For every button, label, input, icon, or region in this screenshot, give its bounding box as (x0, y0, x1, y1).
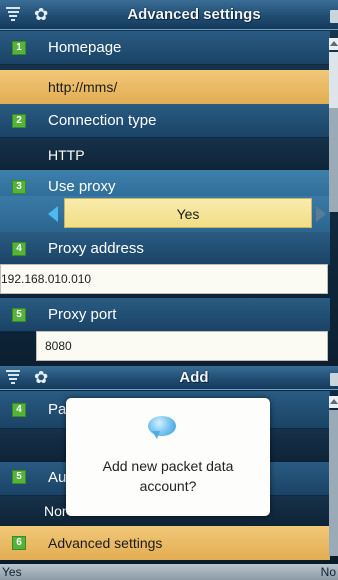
softkey-bar: Yes No (0, 564, 338, 580)
homepage-header[interactable]: 1 Homepage (0, 31, 330, 65)
advanced-settings-item[interactable]: 6 Advanced settings (0, 526, 330, 560)
proxy-address-value: 192.168.010.010 (1, 272, 92, 286)
title-bar: ✿ Add (0, 366, 338, 390)
signal-icon (6, 370, 20, 386)
title-bar: ✿ Advanced settings (0, 0, 338, 30)
no-softkey[interactable]: No (321, 565, 336, 579)
row-number-badge: 3 (12, 180, 26, 194)
dialog-message-line2: account? (139, 478, 197, 494)
use-proxy-row: Yes (0, 196, 330, 232)
next-option-arrow-icon[interactable] (316, 206, 326, 222)
dialog-message-line1: Add new packet data (102, 458, 234, 474)
add-account-screen: ✿ Add 4 Pas 5 Aut Nor 6 Advanced setting… (0, 366, 338, 580)
screen-title: Add (179, 369, 209, 386)
row-number-badge: 6 (12, 536, 26, 550)
proxy-port-header[interactable]: 5 Proxy port (0, 298, 330, 332)
proxy-port-input[interactable]: 8080 (36, 331, 328, 361)
advanced-settings-label: Advanced settings (48, 535, 163, 551)
row-number-badge: 1 (12, 41, 26, 55)
dialog-message: Add new packet data account? (76, 456, 260, 496)
scrollbar-track[interactable] (329, 410, 338, 556)
gear-icon: ✿ (34, 368, 49, 388)
battery-icon (330, 10, 338, 23)
battery-icon (330, 373, 338, 386)
previous-option-arrow-icon[interactable] (48, 206, 58, 222)
homepage-label: Homepage (48, 39, 122, 56)
connection-type-field[interactable]: HTTP (0, 138, 330, 172)
screen-title: Advanced settings (127, 6, 261, 23)
proxy-address-label: Proxy address (48, 240, 144, 257)
row-number-badge: 4 (12, 403, 26, 417)
use-proxy-label: Use proxy (48, 178, 116, 195)
scroll-up-icon[interactable] (329, 38, 338, 50)
list-item-value: Nor (44, 503, 67, 519)
homepage-value: http://mms/ (48, 79, 118, 95)
homepage-field[interactable]: http://mms/ (0, 70, 330, 104)
yes-softkey[interactable]: Yes (2, 565, 22, 579)
use-proxy-picker[interactable]: Yes (64, 198, 312, 228)
chat-bubble-icon (148, 416, 176, 439)
gear-icon: ✿ (34, 5, 49, 25)
proxy-port-value: 8080 (45, 339, 72, 353)
scroll-up-icon[interactable] (329, 396, 338, 408)
connection-type-header[interactable]: 2 Connection type (0, 104, 330, 138)
proxy-port-label: Proxy port (48, 306, 117, 323)
use-proxy-value: Yes (176, 206, 200, 222)
proxy-address-input[interactable]: 192.168.010.010 (0, 264, 328, 294)
signal-icon (6, 7, 20, 23)
proxy-address-header[interactable]: 4 Proxy address (0, 232, 330, 266)
connection-type-label: Connection type (48, 112, 157, 129)
scrollbar-thumb[interactable] (329, 52, 338, 108)
advanced-settings-screen: ✿ Advanced settings 1 Homepage http://mm… (0, 0, 338, 366)
row-number-badge: 4 (12, 242, 26, 256)
row-number-badge: 2 (12, 114, 26, 128)
row-number-badge: 5 (12, 470, 26, 484)
confirm-dialog: Add new packet data account? (66, 398, 270, 516)
row-number-badge: 5 (12, 308, 26, 322)
connection-type-value: HTTP (48, 147, 85, 163)
